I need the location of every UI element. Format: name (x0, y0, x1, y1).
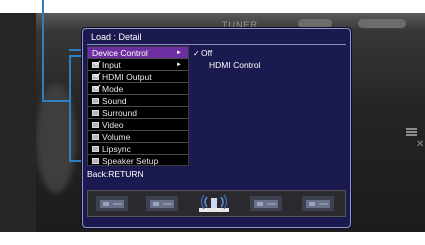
background-status-pill (358, 19, 406, 28)
submenu-arrow-icon: ► (176, 49, 182, 56)
menu-item-mode[interactable]: Mode (88, 83, 188, 95)
background-menu-icon (406, 128, 417, 136)
option-hdmi-control[interactable]: HDMI Control (193, 59, 260, 71)
dialog-title: Load : Detail (91, 32, 142, 42)
menu-item-input[interactable]: Input ► (88, 59, 188, 71)
scene-thumbnail-bar (87, 190, 346, 217)
device-icon (146, 196, 178, 211)
background-close-icon: ✕ (416, 139, 425, 150)
callout-line-vertical (42, 0, 44, 101)
title-divider (87, 44, 346, 45)
menu-item-label: Input (102, 59, 121, 70)
menu-item-label: Volume (102, 131, 131, 142)
menu-item-surround[interactable]: Surround (88, 107, 188, 119)
device-icon (302, 196, 334, 211)
checkbox-icon[interactable] (92, 97, 99, 104)
option-off[interactable]: ✓ Off (193, 47, 260, 59)
menu-item-label: HDMI Output (102, 71, 152, 82)
thumb-5[interactable] (301, 194, 335, 213)
checkbox-icon[interactable] (92, 109, 99, 116)
check-icon: ✓ (193, 48, 200, 58)
menu-item-device-control[interactable]: Device Control ► (88, 47, 188, 59)
menu-item-video[interactable]: Video (88, 119, 188, 131)
menu-item-label: Lipsync (102, 143, 131, 154)
menu-item-label: Device Control (92, 47, 148, 58)
thumb-1[interactable] (95, 194, 129, 213)
checkbox-icon[interactable] (92, 158, 99, 164)
menu-item-volume[interactable]: Volume (88, 131, 188, 143)
menu-item-label: Surround (102, 107, 137, 118)
checked-checkbox-icon[interactable] (92, 73, 99, 80)
thumb-4[interactable] (249, 194, 283, 213)
thumb-3[interactable] (197, 194, 231, 213)
checked-checkbox-icon[interactable] (92, 61, 99, 68)
back-hint: Back:RETURN (87, 169, 144, 179)
speaker-signal-icon (199, 194, 229, 212)
menu-item-speaker-setup[interactable]: Speaker Setup (88, 155, 188, 167)
screen-bezel (0, 13, 36, 232)
detail-menu: Device Control ► Input ► HDMI Output Mode Soun… (87, 46, 189, 166)
device-icon (96, 196, 128, 211)
menu-item-label: Video (102, 119, 124, 130)
checkbox-icon[interactable] (92, 145, 99, 152)
options-panel: ✓ Off HDMI Control (193, 47, 260, 71)
menu-item-sound[interactable]: Sound (88, 95, 188, 107)
menu-item-hdmi-output[interactable]: HDMI Output (88, 71, 188, 83)
callout-bracket-vertical (69, 55, 71, 161)
device-icon (250, 196, 282, 211)
callout-line-horizontal (42, 100, 70, 102)
menu-item-label: Speaker Setup (102, 156, 159, 166)
checkbox-icon[interactable] (92, 121, 99, 128)
thumb-2[interactable] (145, 194, 179, 213)
option-label: HDMI Control (209, 60, 261, 70)
menu-item-lipsync[interactable]: Lipsync (88, 143, 188, 155)
menu-item-label: Mode (102, 83, 124, 94)
checkbox-icon[interactable] (92, 133, 99, 140)
menu-item-label: Sound (102, 95, 127, 106)
submenu-arrow-icon: ► (176, 61, 182, 68)
checked-checkbox-icon[interactable] (92, 85, 99, 92)
option-label: Off (201, 48, 213, 58)
load-detail-dialog: Load : Detail Device Control ► Input ► HDMI … (82, 28, 351, 228)
background-status-pill (298, 19, 332, 28)
